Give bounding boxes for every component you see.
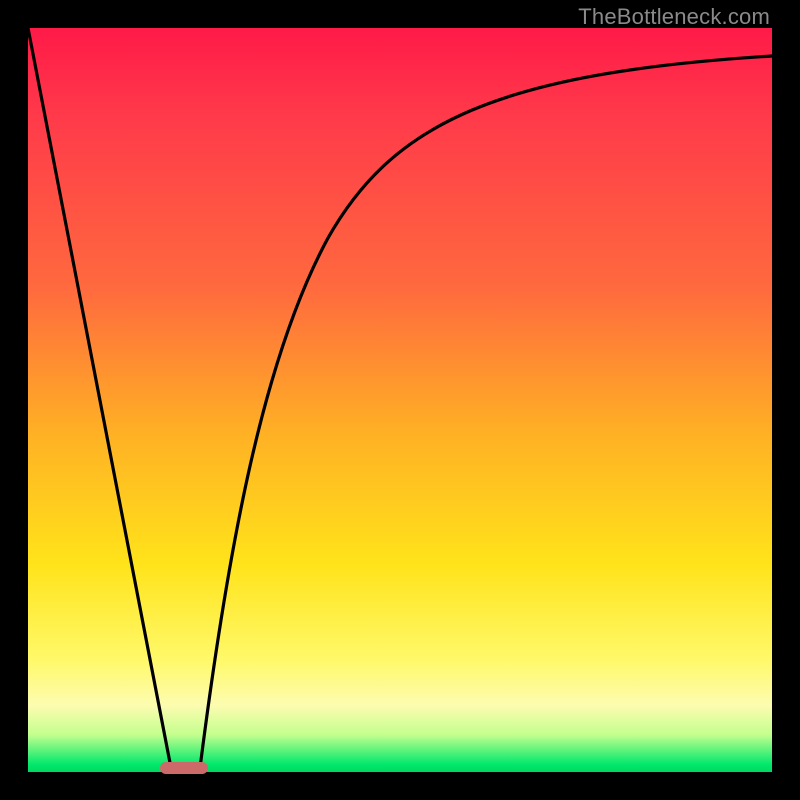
chart-frame: TheBottleneck.com bbox=[0, 0, 800, 800]
watermark-text: TheBottleneck.com bbox=[578, 4, 770, 30]
curve-right-segment bbox=[200, 56, 772, 768]
bottleneck-curve bbox=[28, 28, 772, 772]
plot-area bbox=[28, 28, 772, 772]
bottleneck-marker bbox=[160, 762, 208, 774]
curve-left-segment bbox=[28, 28, 171, 768]
